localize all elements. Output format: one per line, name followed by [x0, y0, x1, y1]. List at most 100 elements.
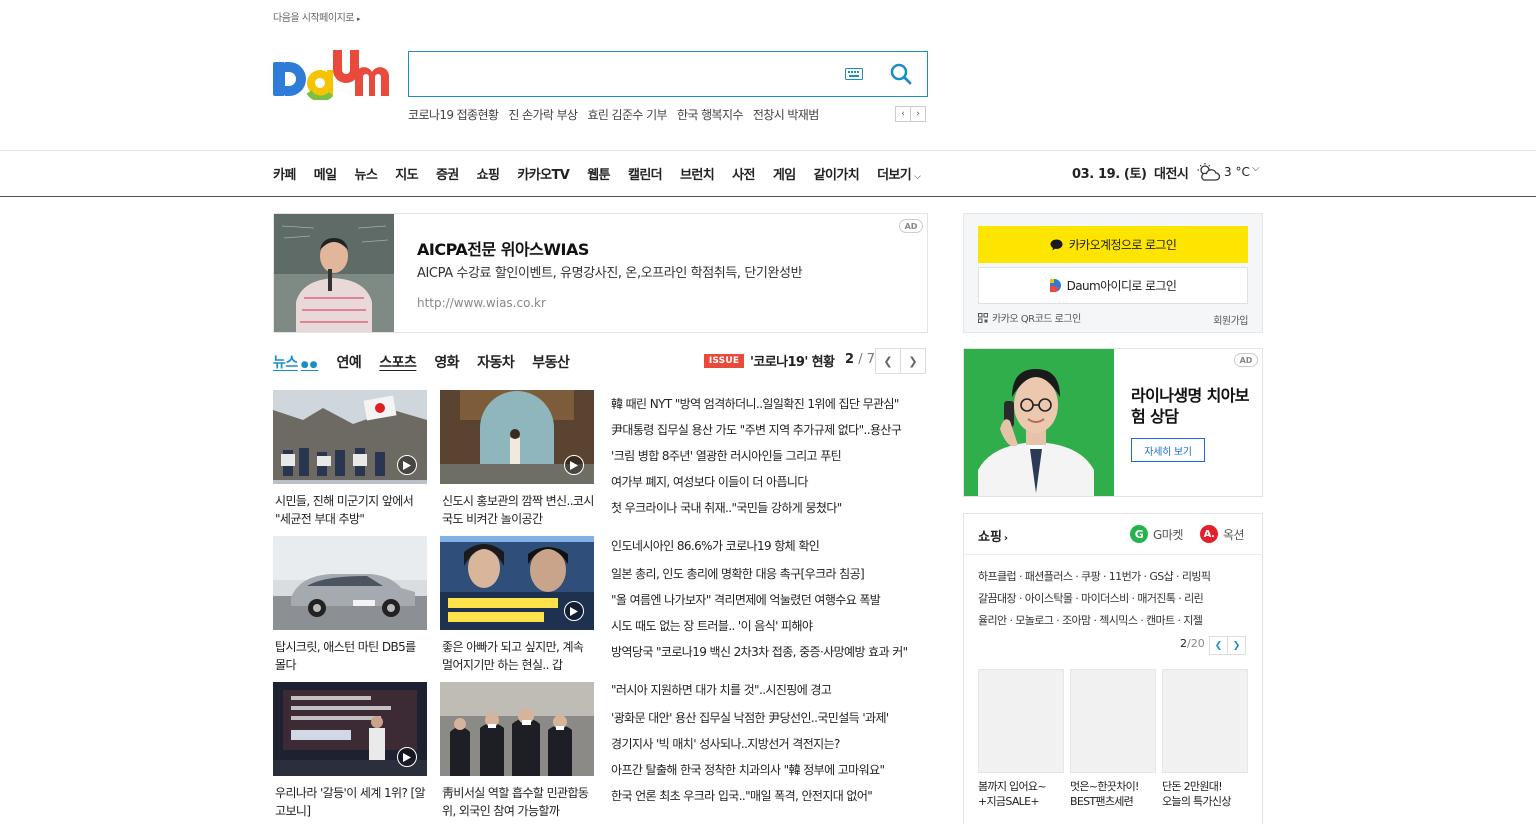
daum-home: 다음을 시작페이지로 ▸ 코로나19 접종현황 진 손가락 부상 효린 김준수 … [0, 0, 1536, 824]
headline-item[interactable]: 시도 때도 없는 장 트러블.. '이 음식' 피해야 [611, 613, 929, 639]
nav-item-news[interactable]: 뉴스 [354, 164, 377, 183]
shopping-title-link[interactable]: 쇼핑 › [978, 526, 1008, 545]
speech-bubble-icon [1050, 239, 1063, 250]
nav-item-cafe[interactable]: 카페 [273, 164, 296, 183]
shopping-item[interactable]: 멋은~한끗차이! BEST팬츠세련 [1070, 669, 1156, 809]
news-thumb[interactable]: 신도시 홍보관의 깜짝 변신..코시국도 비켜간 놀이공간 [440, 390, 594, 528]
auction-link[interactable]: A. 옥션 [1200, 525, 1245, 543]
issue-topic[interactable]: '코로나19' 현황 [750, 351, 835, 370]
daum-logo-d [273, 62, 306, 96]
nav-item-webtoon[interactable]: 웹툰 [587, 164, 610, 183]
nav-item-mail[interactable]: 메일 [314, 164, 337, 183]
headline-item[interactable]: 여가부 폐지, 여성보다 이들이 더 아픕니다 [611, 469, 929, 495]
chevron-right-icon[interactable]: › [910, 106, 926, 122]
news-thumb[interactable]: 시민들, 진해 미군기지 앞에서 "세균전 부대 추방" [273, 390, 427, 528]
dots-icon: ●● [300, 360, 319, 370]
nav-item-brunch[interactable]: 브런치 [680, 164, 715, 183]
headline-item[interactable]: '광화문 대안' 용산 집무실 낙점한 尹당선인..국민설득 '과제' [611, 705, 929, 731]
kakao-login-button[interactable]: 카카오계정으로 로그인 [978, 226, 1248, 263]
headline-item[interactable]: 첫 우크라이나 국내 취재.."국민들 강하게 뭉쳤다" [611, 495, 929, 521]
search-box[interactable] [408, 51, 928, 97]
shopping-item-line1: 봄까지 입어요~ [978, 780, 1047, 793]
headline-item[interactable]: 방역당국 "코로나19 백신 2차3차 접종, 중증·사망예방 효과 커" [611, 639, 929, 665]
daum-login-button[interactable]: Daum아이디로 로그인 [978, 267, 1248, 304]
ad-insurance-banner[interactable]: 라이나생명 치아보험 상담 자세히 보기 AD [963, 348, 1263, 497]
daum-logo[interactable] [273, 48, 391, 100]
chevron-right-icon: › [1003, 533, 1009, 544]
chevron-right-icon[interactable]: ❯ [1227, 636, 1246, 655]
nav-item-game[interactable]: 게임 [773, 164, 796, 183]
search-input[interactable] [419, 60, 829, 88]
page-current: 2 [845, 352, 855, 367]
news-thumb-caption: 시민들, 진해 미군기지 앞에서 "세균전 부대 추방" [275, 494, 414, 526]
qr-login-label: 카카오 QR코드 로그인 [992, 314, 1081, 325]
trending-keyword[interactable]: 코로나19 접종현황 [408, 106, 499, 122]
tab-entertainment[interactable]: 연예 [336, 352, 361, 372]
tab-realestate[interactable]: 부동산 [532, 352, 570, 372]
shopping-header: 쇼핑 › G G마켓 A. 옥션 [964, 514, 1262, 555]
trending-keyword[interactable]: 전창시 박재범 [753, 106, 819, 122]
chevron-left-icon[interactable]: ❮ [875, 348, 901, 374]
ad-banner[interactable]: AICPA전문 위아스WIAS AICPA 수강료 할인이벤트, 유명강사진, … [273, 213, 928, 333]
tab-news[interactable]: 뉴스 ●● [273, 352, 318, 372]
nav-item-map[interactable]: 지도 [395, 164, 418, 183]
keyboard-icon[interactable] [845, 68, 863, 80]
headline-item[interactable]: 일본 총리, 인도 총리에 명확한 대응 촉구[우크라 침공] [611, 561, 929, 587]
headline-item[interactable]: "올 여름엔 나가보자" 격리면제에 억눌렸던 여행수요 폭발 [611, 587, 929, 613]
signup-link[interactable]: 회원가입 [1213, 312, 1248, 327]
ad-detail-button[interactable]: 자세히 보기 [1131, 438, 1205, 462]
nav-item-stock[interactable]: 증권 [436, 164, 459, 183]
shopping-page-nav: ❮ ❯ [1209, 636, 1246, 655]
nav-more-button[interactable]: 더보기 ⌵ [877, 164, 921, 183]
news-thumb[interactable]: 靑비서실 역할 흡수할 민관합동위, 외국인 참여 가능할까 [440, 682, 594, 820]
page-total: / 7 [858, 352, 875, 367]
nav-item-kakaotv[interactable]: 카카오TV [517, 164, 569, 183]
shopping-link-row[interactable]: 갈끔대장 · 아이스탁몰 · 마이더스비 · 매거진톡 · 리린 [978, 588, 1250, 610]
news-thumb[interactable]: 우리나라 '갈등'이 세계 1위? [알고보니] [273, 682, 427, 820]
shopping-item[interactable]: 봄까지 입어요~ +지금SALE+ [978, 669, 1064, 809]
chevron-left-icon[interactable]: ❮ [1209, 636, 1228, 655]
shopping-link-row[interactable]: 하프클럽 · 패션플러스 · 쿠팡 · 11번가 · GS샵 · 리빙픽 [978, 566, 1250, 588]
headline-list: 韓 때린 NYT "방역 엄격하더니..일일확진 1위에 집단 무관심" 尹대통… [611, 391, 929, 521]
news-thumb[interactable]: 좋은 아빠가 되고 싶지만, 계속 멀어지기만 하는 현실.. 갑 [440, 536, 594, 674]
play-icon [397, 747, 417, 767]
chevron-left-icon[interactable]: ‹ [895, 106, 911, 122]
nav-item-shopping[interactable]: 쇼핑 [477, 164, 500, 183]
temperature: 3 °C [1224, 165, 1250, 179]
headline-item[interactable]: "러시아 지원하면 대가 치를 것"..시진핑에 경고 [611, 677, 929, 703]
page-current: 2 [1180, 637, 1187, 650]
chevron-down-icon[interactable]: ⌵ [1252, 163, 1260, 174]
nav-item-dictionary[interactable]: 사전 [732, 164, 755, 183]
nav-item-calendar[interactable]: 캘린더 [628, 164, 663, 183]
trending-nav: ‹ › [895, 106, 926, 122]
gmarket-link[interactable]: G G마켓 [1130, 525, 1183, 543]
headline-item[interactable]: '크림 병합 8주년' 열광한 러시아인들 그리고 푸틴 [611, 443, 929, 469]
headline-item[interactable]: 한국 언론 최초 우크라 입국.."매일 폭격, 안전지대 없어" [611, 783, 929, 809]
headline-item[interactable]: 尹대통령 집무실 용산 가도 "주변 지역 추가규제 없다"..용산구 [611, 417, 929, 443]
trending-keyword[interactable]: 효린 김준수 기부 [587, 106, 667, 122]
nav-item-together[interactable]: 같이가치 [814, 164, 860, 183]
news-thumb[interactable]: 탑시크릿, 애스턴 마틴 DB5를 몰다 [273, 536, 427, 674]
headline-item[interactable]: 아프간 탈출해 한국 정착한 치과의사 "韓 정부에 고마워요" [611, 757, 929, 783]
set-start-page-link[interactable]: 다음을 시작페이지로 ▸ [273, 9, 361, 24]
trending-keyword[interactable]: 진 손가락 부상 [508, 106, 578, 122]
search-icon[interactable] [890, 63, 912, 85]
ad-description: AICPA 수강료 할인이벤트, 유명강사진, 온,오프라인 학점취득, 단기완… [417, 266, 803, 281]
divider [0, 196, 1536, 197]
page-total: /20 [1187, 637, 1205, 650]
headline-item[interactable]: 인도네시아인 86.6%가 코로나19 항체 확인 [611, 533, 929, 559]
play-icon [397, 455, 417, 475]
tab-sports[interactable]: 스포츠 [379, 352, 417, 372]
headline-item[interactable]: 韓 때린 NYT "방역 엄격하더니..일일확진 1위에 집단 무관심" [611, 391, 929, 417]
trending-keyword[interactable]: 한국 행복지수 [677, 106, 743, 122]
login-box: 카카오계정으로 로그인 Daum아이디로 로그인 카카오 QR코드 로그인 회원… [963, 213, 1263, 333]
shopping-item[interactable]: 단돈 2만원대! 오늘의 특가신상 [1162, 669, 1248, 809]
shopping-item-line2: 오늘의 특가신상 [1162, 795, 1231, 808]
tab-movie[interactable]: 영화 [434, 352, 459, 372]
shopping-link-row[interactable]: 율리안 · 모놀로그 · 조아맘 · 젝시믹스 · 캔마트 · 지젤 [978, 610, 1250, 632]
qr-login-link[interactable]: 카카오 QR코드 로그인 [978, 310, 1081, 325]
tab-car[interactable]: 자동차 [477, 352, 515, 372]
chevron-right-icon[interactable]: ❯ [900, 348, 926, 374]
headline-item[interactable]: 경기지사 '빅 매치' 성사되나..지방선거 격전지는? [611, 731, 929, 757]
weather-region[interactable]: 대전시 [1154, 163, 1189, 182]
